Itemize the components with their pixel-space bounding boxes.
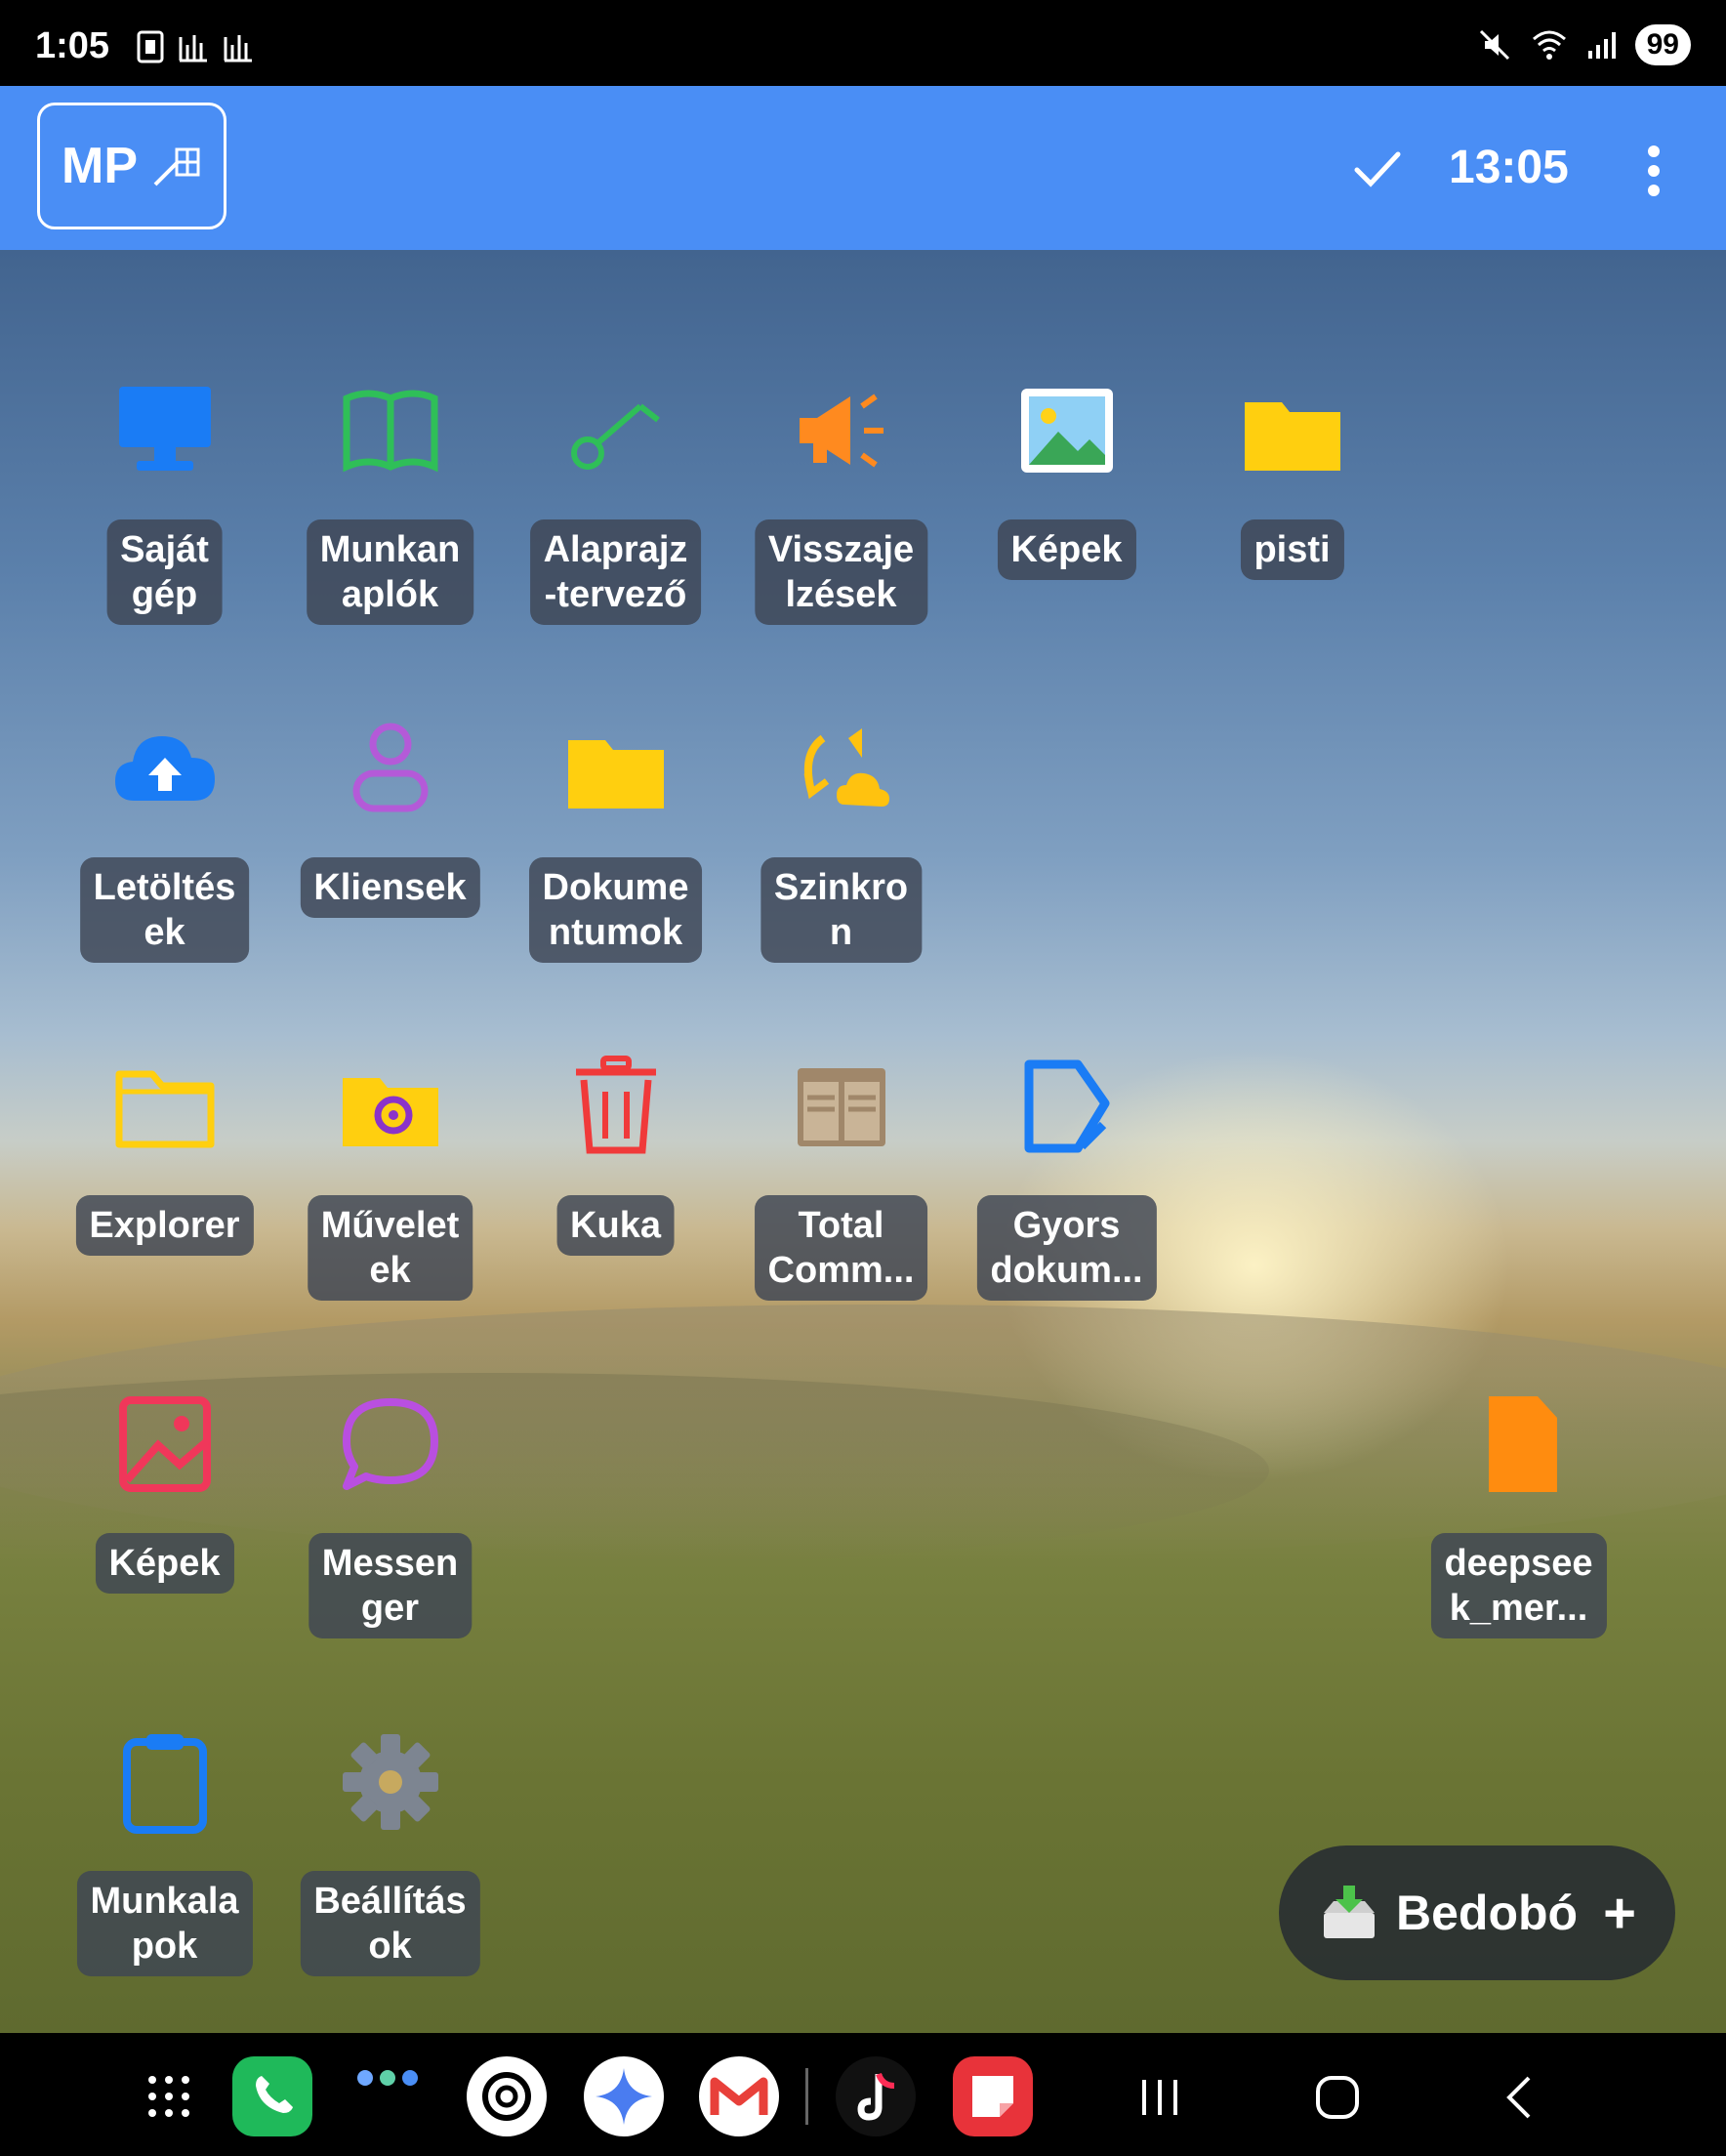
total-commander-icon <box>797 1068 885 1146</box>
battery-indicator: 99 <box>1634 24 1691 65</box>
notes-app-icon[interactable] <box>953 2056 1033 2136</box>
dock-divider <box>805 2068 808 2125</box>
mp-label: MP <box>62 138 138 194</box>
drop-box-button[interactable]: Bedobó + <box>1279 1845 1675 1980</box>
item-label: Alaprajz -tervező <box>529 519 702 625</box>
app-header: MP 13:05 <box>0 86 1726 250</box>
desktop-area: Saját gép Munkan aplók Alaprajz -tervező… <box>0 250 1726 2033</box>
image-icon <box>1020 389 1113 473</box>
wifi-icon <box>1532 30 1566 60</box>
status-bar: 1:05 99 <box>0 0 1726 86</box>
clipboard-icon <box>122 1734 207 1834</box>
check-icon[interactable] <box>1349 141 1406 197</box>
back-icon[interactable] <box>1500 2074 1539 2121</box>
item-label: Munkala pok <box>76 1871 253 1976</box>
monitor-icon <box>118 387 211 471</box>
item-label: Kuka <box>556 1195 675 1256</box>
item-label: Művelet ek <box>307 1195 473 1301</box>
item-label: Beállítás ok <box>300 1871 480 1976</box>
item-label: pisti <box>1240 519 1344 580</box>
folder-icon <box>567 740 664 808</box>
equalizer-icon <box>179 35 207 62</box>
item-label: Munkan aplók <box>306 519 474 625</box>
person-icon <box>352 723 428 812</box>
navigation-bar <box>0 2033 1726 2156</box>
signal-icon <box>1587 32 1616 59</box>
key-icon <box>570 403 660 470</box>
header-clock: 13:05 <box>1449 142 1569 193</box>
drop-box-label: Bedobó <box>1396 1886 1579 1940</box>
item-label: Dokume ntumok <box>528 857 703 963</box>
document-icon <box>1024 1059 1109 1153</box>
item-label: Kliensek <box>300 857 480 918</box>
app-folder-icon[interactable] <box>353 2066 422 2095</box>
recent-apps-icon[interactable] <box>1138 2076 1181 2119</box>
item-label: Képek <box>997 519 1136 580</box>
item-label: Total Comm... <box>754 1195 928 1301</box>
chat-icon <box>342 1398 438 1490</box>
add-icon: + <box>1603 1881 1636 1945</box>
gmail-app-icon[interactable] <box>699 2056 779 2136</box>
phone-app-icon[interactable] <box>232 2056 312 2136</box>
folder-outline-icon <box>115 1070 214 1148</box>
gear-icon <box>342 1734 438 1830</box>
item-label: Visszaje lzések <box>754 519 928 625</box>
inbox-download-icon <box>1324 1886 1376 1938</box>
app-drawer-icon[interactable] <box>144 2072 193 2121</box>
item-label: Képek <box>95 1533 234 1594</box>
trash-icon <box>575 1056 656 1154</box>
item-label: Letöltés ek <box>79 857 250 963</box>
magic-wand-icon <box>153 147 200 187</box>
chatgpt-app-icon[interactable] <box>467 2056 547 2136</box>
item-label: deepsee k_mer... <box>1430 1533 1607 1638</box>
book-icon <box>343 390 437 473</box>
cloud-upload-icon <box>114 736 215 801</box>
file-icon <box>1488 1396 1557 1492</box>
mute-icon <box>1479 29 1509 61</box>
folder-icon <box>1244 402 1340 471</box>
item-label: Gyors dokum... <box>976 1195 1157 1301</box>
status-time: 1:05 <box>35 25 110 66</box>
sync-icon <box>803 728 889 807</box>
item-label: Messen ger <box>308 1533 473 1638</box>
sim-icon <box>137 30 164 63</box>
folder-gear-icon <box>342 1078 438 1146</box>
item-label: Szinkro n <box>760 857 923 963</box>
more-options-icon[interactable] <box>1632 145 1675 197</box>
equalizer-icon <box>224 35 252 62</box>
item-label: Saját gép <box>106 519 223 625</box>
mp-button[interactable]: MP <box>37 103 226 229</box>
gemini-app-icon[interactable] <box>584 2056 664 2136</box>
item-label: Explorer <box>75 1195 254 1256</box>
tiktok-app-icon[interactable] <box>836 2056 916 2136</box>
megaphone-icon <box>799 394 884 468</box>
image-outline-icon <box>118 1396 211 1492</box>
home-icon[interactable] <box>1314 2074 1361 2121</box>
